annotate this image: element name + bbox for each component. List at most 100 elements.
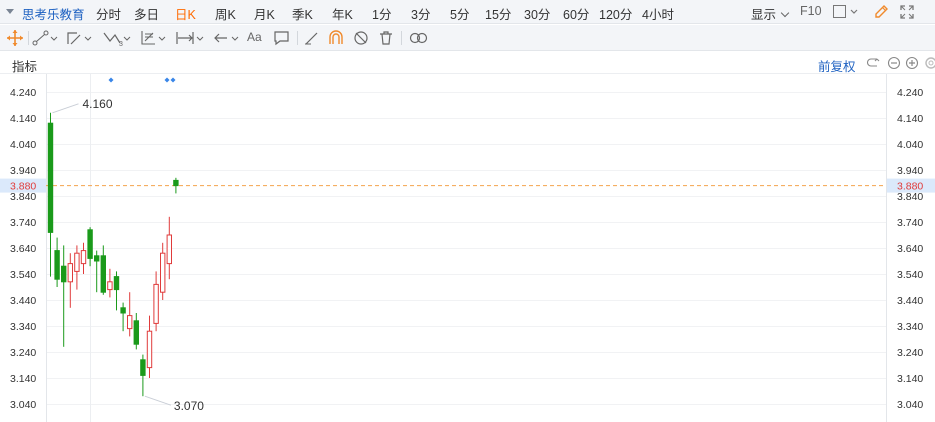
- y-tick-label-left: 3.740: [10, 217, 36, 229]
- candle-body: [153, 283, 159, 324]
- indicator-button[interactable]: 指标: [12, 56, 37, 75]
- event-marker-icon[interactable]: [170, 77, 176, 83]
- period-15min[interactable]: 15分: [485, 4, 511, 23]
- display-menu[interactable]: 显示: [751, 4, 789, 23]
- y-tick-label-right: 4.040: [897, 139, 923, 151]
- candle[interactable]: [54, 237, 60, 287]
- magnet-icon[interactable]: [327, 29, 345, 47]
- f10-button[interactable]: F10: [800, 4, 822, 18]
- period-120min[interactable]: 120分: [599, 4, 632, 23]
- event-marker-icon[interactable]: [108, 77, 114, 83]
- candle[interactable]: [80, 242, 87, 274]
- candle[interactable]: [146, 315, 153, 378]
- trash-icon[interactable]: [377, 29, 395, 47]
- period-1min[interactable]: 1分: [372, 4, 391, 23]
- candle[interactable]: [113, 271, 120, 311]
- stock-name[interactable]: 思考乐教育: [22, 4, 85, 23]
- candle-body: [166, 234, 173, 265]
- period-yearly-k[interactable]: 年K: [332, 4, 353, 23]
- candle[interactable]: [61, 245, 67, 347]
- link-icon[interactable]: [408, 29, 430, 47]
- eraser-line-icon[interactable]: [303, 29, 321, 47]
- pencil-icon[interactable]: [873, 4, 889, 23]
- stock-dropdown-icon[interactable]: [6, 9, 14, 14]
- toolbar-divider: [28, 31, 29, 45]
- period-monthly-k[interactable]: 月K: [254, 4, 275, 23]
- fibonacci-tool-icon[interactable]: [140, 29, 168, 47]
- indicator-bar: 指标 前复权: [0, 52, 935, 74]
- candle-body: [120, 307, 126, 314]
- move-icon[interactable]: [6, 29, 24, 47]
- candle[interactable]: [74, 245, 80, 290]
- period-5min[interactable]: 5分: [450, 4, 469, 23]
- candle[interactable]: [67, 253, 73, 308]
- candle[interactable]: [173, 177, 179, 194]
- wave-tool-icon[interactable]: 3: [102, 29, 132, 47]
- candle[interactable]: [107, 268, 113, 298]
- candle[interactable]: [140, 354, 146, 397]
- reset-icon[interactable]: [866, 56, 881, 73]
- channel-tool-icon[interactable]: [66, 29, 94, 47]
- y-tick-label-right: 3.440: [897, 295, 923, 307]
- candle-body: [127, 315, 133, 330]
- y-tick-label-left: 4.040: [10, 139, 36, 151]
- hide-drawings-icon[interactable]: [352, 29, 370, 47]
- y-tick-label-right: 4.240: [897, 87, 923, 99]
- y-tick-label-right: 3.240: [897, 347, 923, 359]
- candle[interactable]: [47, 112, 54, 277]
- candle-body: [67, 263, 73, 283]
- zoom-in-icon[interactable]: [905, 56, 919, 73]
- candle-body: [47, 122, 54, 233]
- period-60min[interactable]: 60分: [563, 4, 589, 23]
- candle[interactable]: [94, 250, 100, 293]
- candle[interactable]: [133, 313, 140, 350]
- y-tick-label-right: 3.040: [897, 399, 923, 411]
- period-30min[interactable]: 30分: [524, 4, 550, 23]
- period-multi-day[interactable]: 多日: [134, 4, 159, 23]
- candle[interactable]: [153, 271, 159, 332]
- period-3min[interactable]: 3分: [411, 4, 430, 23]
- candle-body: [94, 255, 100, 262]
- candle-body: [100, 255, 106, 293]
- period-4hour[interactable]: 4小时: [642, 4, 674, 23]
- zoom-out-icon[interactable]: [887, 56, 901, 73]
- period-intraday[interactable]: 分时: [96, 4, 121, 23]
- candle-series: [47, 112, 179, 397]
- current-price-label-right: 3.880: [897, 181, 923, 193]
- period-bar: 思考乐教育 分时 多日 日K 周K 月K 季K 年K 1分 3分 5分 15分 …: [0, 0, 935, 24]
- candle[interactable]: [160, 242, 166, 300]
- y-tick-label-left: 3.140: [10, 373, 36, 385]
- toolbar-divider: [297, 31, 298, 45]
- fullscreen-icon[interactable]: [899, 4, 915, 23]
- y-tick-label-right: 3.640: [897, 243, 923, 255]
- period-weekly-k[interactable]: 周K: [215, 4, 236, 23]
- comment-tool-icon[interactable]: [273, 29, 291, 47]
- measure-tool-icon[interactable]: [175, 29, 205, 47]
- candlestick-chart[interactable]: 4.240 4.140 4.040 3.940 3.840 3.740 3.640 3.540…: [0, 74, 935, 422]
- event-markers[interactable]: [108, 77, 176, 83]
- candle-body: [113, 276, 120, 291]
- period-daily-k[interactable]: 日K: [175, 4, 196, 23]
- toolbar-divider: [401, 31, 402, 45]
- y-tick-label-left: 3.840: [10, 191, 36, 203]
- candle-body: [133, 320, 140, 345]
- y-tick-label-left: 3.040: [10, 399, 36, 411]
- y-tick-label-left: 3.440: [10, 295, 36, 307]
- arrow-tool-icon[interactable]: [212, 29, 242, 47]
- settings-gear-icon[interactable]: [924, 56, 935, 73]
- layout-menu[interactable]: [833, 5, 861, 22]
- y-axis-right: 4.240 4.140 4.040 3.940 3.840 3.740 3.640 3.540…: [897, 87, 923, 411]
- text-tool-icon[interactable]: Aa: [247, 30, 262, 48]
- y-tick-label-left: 3.240: [10, 347, 36, 359]
- candle[interactable]: [87, 227, 93, 267]
- candle[interactable]: [166, 216, 173, 280]
- candle[interactable]: [100, 245, 106, 295]
- line-tool-icon[interactable]: [32, 29, 60, 47]
- low-annotation-leader: [144, 395, 172, 406]
- candle[interactable]: [127, 292, 133, 337]
- high-price-annotation: 4.160: [83, 97, 113, 111]
- y-tick-label-left: 3.540: [10, 269, 36, 281]
- period-quarterly-k[interactable]: 季K: [292, 4, 313, 23]
- event-marker-icon[interactable]: [164, 77, 170, 83]
- adjustment-mode-button[interactable]: 前复权: [818, 56, 856, 75]
